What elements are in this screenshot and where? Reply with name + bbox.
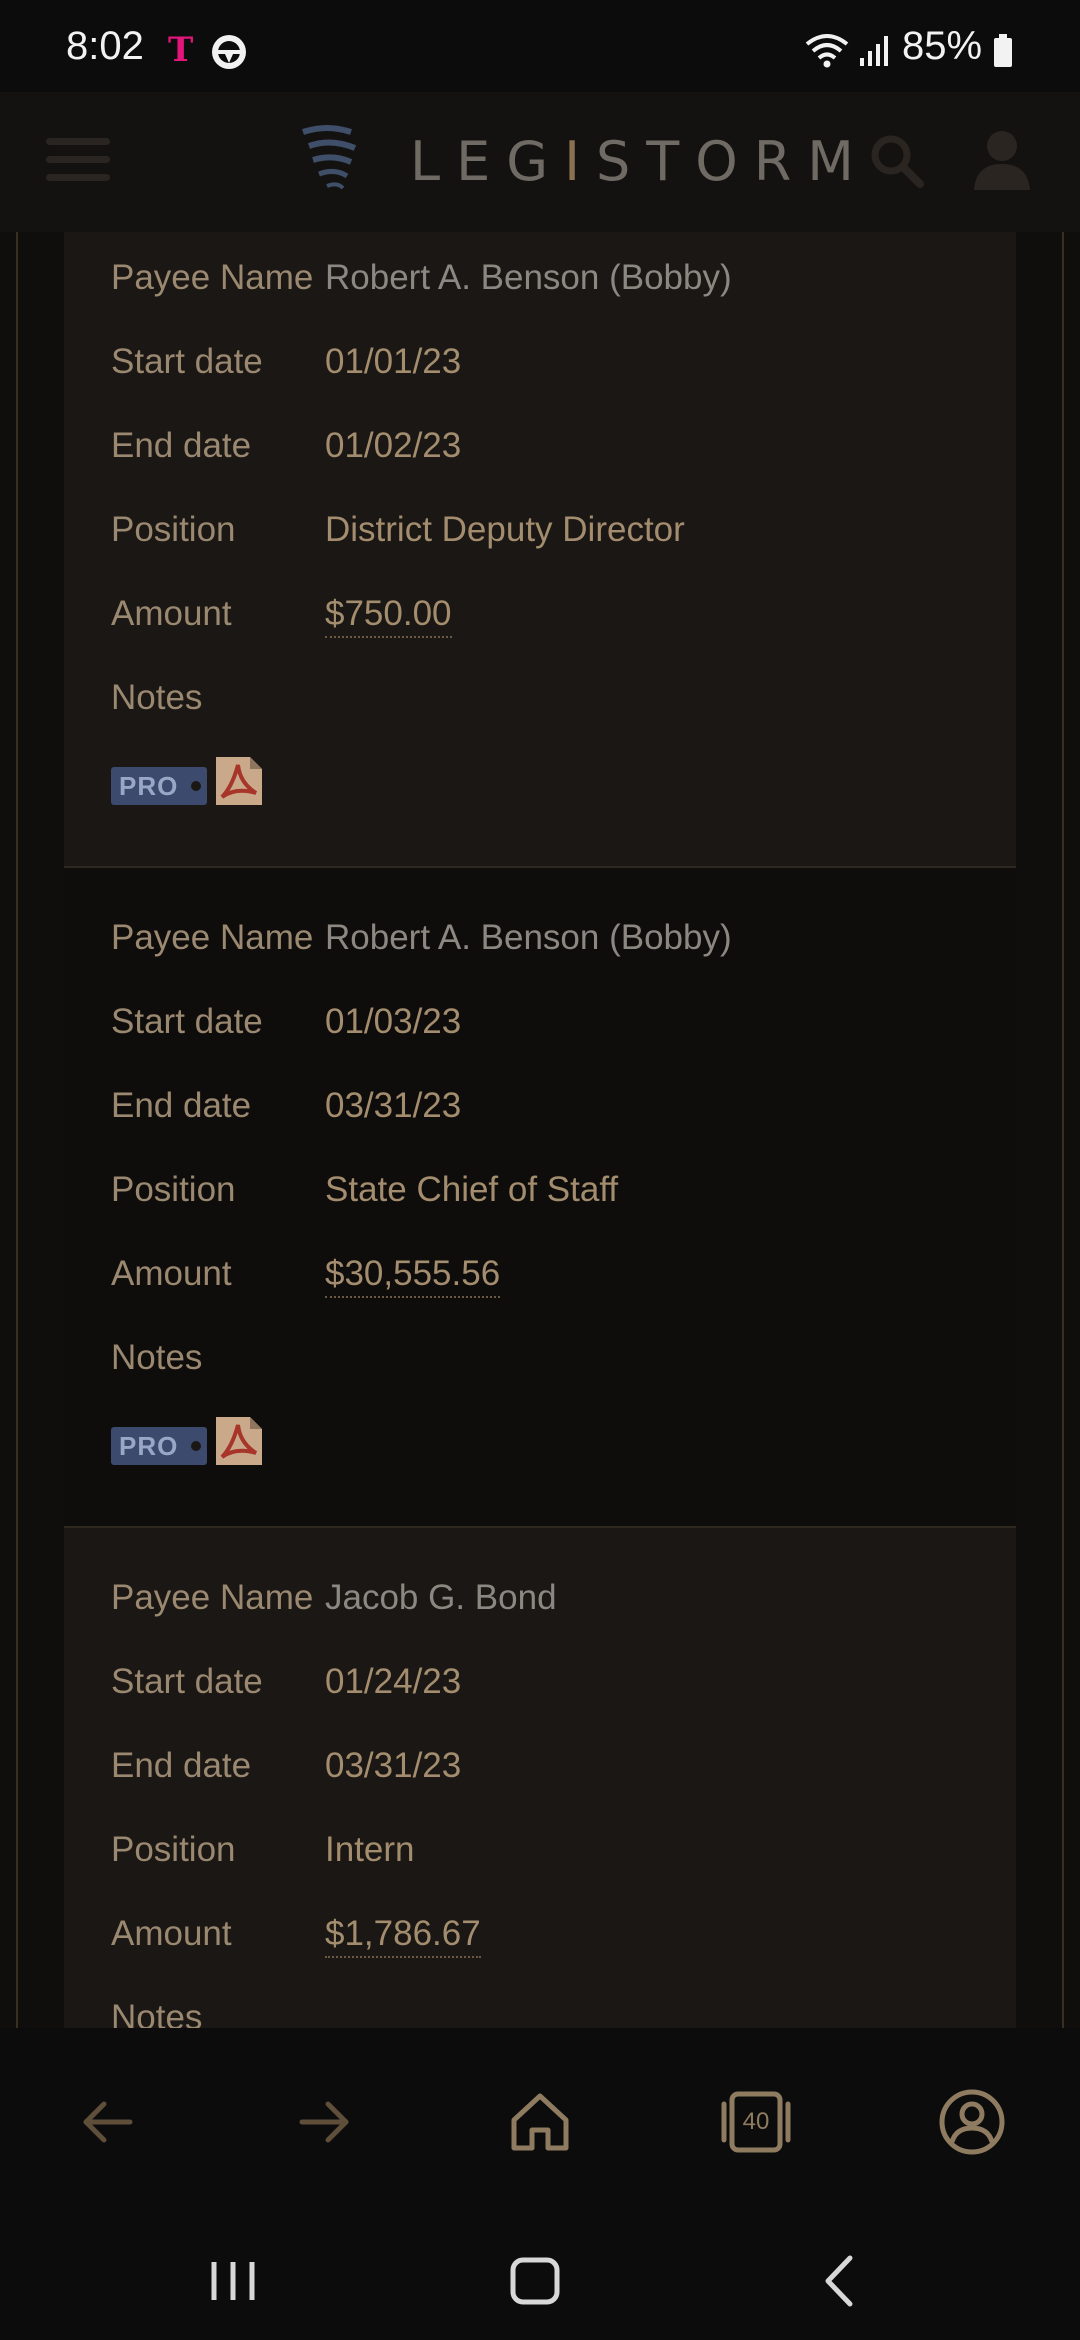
status-time: 8:02 xyxy=(66,24,144,68)
payee-row: Payee Name Jacob G. Bond xyxy=(111,1578,991,1638)
search-icon[interactable] xyxy=(868,132,924,188)
amount-value[interactable]: $30,555.56 xyxy=(325,1254,501,1298)
position-label: Position xyxy=(111,1830,236,1869)
back-arrow-icon[interactable] xyxy=(72,2086,144,2158)
end-date-label: End date xyxy=(111,426,252,465)
position-row: Position District Deputy Director xyxy=(111,510,991,570)
end-date-value: 01/02/23 xyxy=(325,426,462,465)
position-row: Position Intern xyxy=(111,1830,991,1890)
amount-row: Amount $1,786.67 xyxy=(111,1914,991,1974)
end-date-row: End date 03/31/23 xyxy=(111,1746,991,1806)
start-date-value: 01/24/23 xyxy=(325,1662,462,1701)
home-icon[interactable] xyxy=(504,2086,576,2158)
position-label: Position xyxy=(111,1170,236,1209)
amount-label: Amount xyxy=(111,594,232,633)
payee-name-value[interactable]: Jacob G. Bond xyxy=(325,1578,557,1618)
end-date-value: 03/31/23 xyxy=(325,1086,462,1125)
home-circle-icon[interactable] xyxy=(500,2246,570,2316)
position-value: District Deputy Director xyxy=(325,510,685,549)
position-row: Position State Chief of Staff xyxy=(111,1170,991,1230)
menu-icon[interactable] xyxy=(46,138,110,182)
start-date-value: 01/01/23 xyxy=(325,342,462,381)
payment-record: Payee Name Robert A. Benson (Bobby) Star… xyxy=(64,868,1016,1528)
end-date-label: End date xyxy=(111,1086,252,1125)
start-date-value: 01/03/23 xyxy=(325,1002,462,1041)
position-value: Intern xyxy=(325,1830,415,1869)
brand-logo-text[interactable]: LEGISTORM xyxy=(410,130,870,193)
tab-count: 40 xyxy=(742,2108,770,2135)
wifi-icon xyxy=(805,34,849,68)
system-navigation xyxy=(0,2218,1080,2340)
position-value: State Chief of Staff xyxy=(325,1170,619,1209)
amount-label: Amount xyxy=(111,1254,232,1293)
payee-name-label: Payee Name xyxy=(111,1578,314,1617)
tabs-icon[interactable]: 40 xyxy=(720,2086,792,2158)
payee-name-label: Payee Name xyxy=(111,258,314,297)
profile-icon[interactable] xyxy=(936,2086,1008,2158)
browser-toolbar: 40 xyxy=(0,2028,1080,2218)
legistorm-logo-icon[interactable] xyxy=(297,122,361,192)
system-back-icon[interactable] xyxy=(804,2246,874,2316)
payee-name-value[interactable]: Robert A. Benson (Bobby) xyxy=(325,918,732,958)
payee-row: Payee Name Robert A. Benson (Bobby) xyxy=(111,258,991,318)
frame-border xyxy=(16,232,18,2028)
notes-label: Notes xyxy=(111,1998,203,2028)
end-date-row: End date 03/31/23 xyxy=(111,1086,991,1146)
notes-label: Notes xyxy=(111,1338,203,1377)
status-bar: 8:02 T 85% xyxy=(0,0,1080,92)
frame-border xyxy=(1062,232,1064,2028)
end-date-label: End date xyxy=(111,1746,252,1785)
carrier-t-icon: T xyxy=(168,30,194,70)
payee-name-label: Payee Name xyxy=(111,918,314,957)
payment-record: Payee Name Jacob G. Bond Start date 01/2… xyxy=(64,1528,1016,2028)
payment-record: Payee Name Robert A. Benson (Bobby) Star… xyxy=(64,232,1016,868)
pdf-icon[interactable] xyxy=(216,757,262,805)
start-date-row: Start date 01/03/23 xyxy=(111,1002,991,1062)
position-label: Position xyxy=(111,510,236,549)
payee-name-value[interactable]: Robert A. Benson (Bobby) xyxy=(325,258,732,298)
recents-icon[interactable] xyxy=(198,2246,268,2316)
content-frame: Payee Name Robert A. Benson (Bobby) Star… xyxy=(0,232,1080,2028)
amount-label: Amount xyxy=(111,1914,232,1953)
user-account-icon[interactable] xyxy=(972,128,1032,190)
end-date-value: 03/31/23 xyxy=(325,1746,462,1785)
start-date-label: Start date xyxy=(111,1662,263,1701)
notes-row: Notes xyxy=(111,678,991,738)
start-date-label: Start date xyxy=(111,1002,263,1041)
amount-value[interactable]: $1,786.67 xyxy=(325,1914,481,1958)
navigation-app-icon xyxy=(212,35,246,69)
pdf-icon[interactable] xyxy=(216,1417,262,1465)
notes-row: Notes xyxy=(111,1338,991,1398)
battery-percent: 85% xyxy=(902,24,983,68)
amount-row: Amount $30,555.56 xyxy=(111,1254,991,1314)
signal-icon xyxy=(860,36,888,66)
battery-icon xyxy=(994,34,1012,67)
pro-badge[interactable]: PRO xyxy=(111,1427,207,1465)
pro-badge[interactable]: PRO xyxy=(111,767,207,805)
app-header: LEGISTORM xyxy=(0,92,1080,234)
notes-row: Notes xyxy=(111,1998,991,2028)
forward-arrow-icon[interactable] xyxy=(288,2086,360,2158)
start-date-row: Start date 01/24/23 xyxy=(111,1662,991,1722)
start-date-row: Start date 01/01/23 xyxy=(111,342,991,402)
payee-row: Payee Name Robert A. Benson (Bobby) xyxy=(111,918,991,978)
start-date-label: Start date xyxy=(111,342,263,381)
end-date-row: End date 01/02/23 xyxy=(111,426,991,486)
notes-label: Notes xyxy=(111,678,203,717)
amount-row: Amount $750.00 xyxy=(111,594,991,654)
amount-value[interactable]: $750.00 xyxy=(325,594,452,638)
